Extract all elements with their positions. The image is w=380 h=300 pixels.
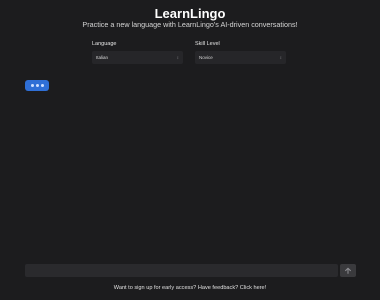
typing-dot [35,84,39,87]
typing-dot [30,84,34,87]
chevron-up-down-icon: ↕ [176,55,179,60]
message-input[interactable] [25,264,338,277]
language-select[interactable]: Italian ↕ [92,51,183,64]
skill-level-selected-value: Novice [199,55,213,60]
typing-indicator-bubble [25,80,49,91]
send-arrow-icon [345,267,351,274]
feedback-link[interactable]: Want to sign up for early access? Have f… [0,284,380,292]
skill-level-label: Skill Level [195,41,220,47]
send-button[interactable] [340,264,356,277]
skill-level-select[interactable]: Novice ↕ [195,51,286,64]
app-subtitle: Practice a new language with LearnLingo'… [82,20,298,29]
chevron-up-down-icon: ↕ [279,55,282,60]
language-selected-value: Italian [96,55,109,60]
composer [25,264,356,277]
chat-area [25,96,355,256]
typing-dot [40,84,44,87]
language-field: Language Italian ↕ [92,40,183,64]
page: LearnLingo Practice a new language with … [0,0,380,300]
skill-level-field: Skill Level Novice ↕ [195,40,286,64]
language-label: Language [92,41,117,47]
